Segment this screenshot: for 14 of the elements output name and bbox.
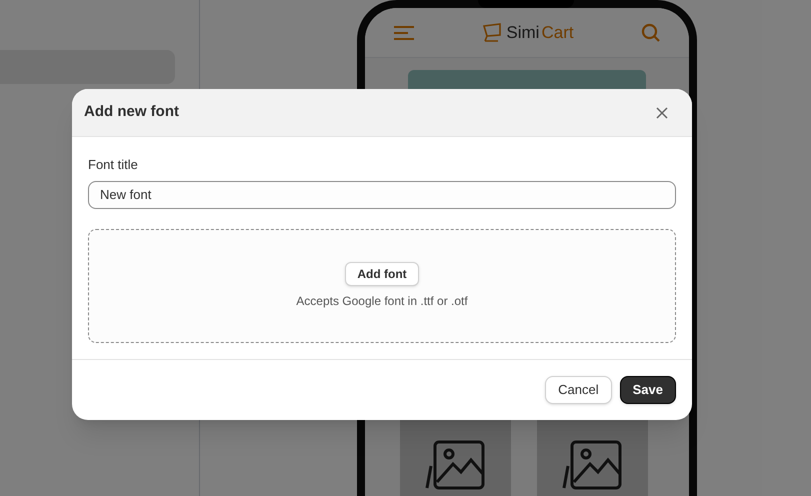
cancel-button[interactable]: Cancel [545, 376, 612, 404]
close-icon[interactable] [656, 106, 668, 118]
menu-icon[interactable] [393, 24, 415, 40]
dropzone-hint: Accepts Google font in .ttf or .otf [296, 292, 468, 310]
search-icon[interactable] [641, 22, 661, 42]
add-font-button[interactable]: Add font [345, 262, 419, 286]
file-dropzone[interactable]: Add font Accepts Google font in .ttf or .otf [88, 228, 676, 342]
save-button[interactable]: Save [620, 376, 676, 404]
image-icon [424, 438, 486, 490]
dialog-title: Add new font [84, 102, 179, 122]
logo: Simi Cart [482, 20, 574, 46]
image-icon [562, 438, 624, 490]
font-title-field[interactable]: New font [88, 180, 676, 208]
field-label: Font title [88, 156, 139, 174]
